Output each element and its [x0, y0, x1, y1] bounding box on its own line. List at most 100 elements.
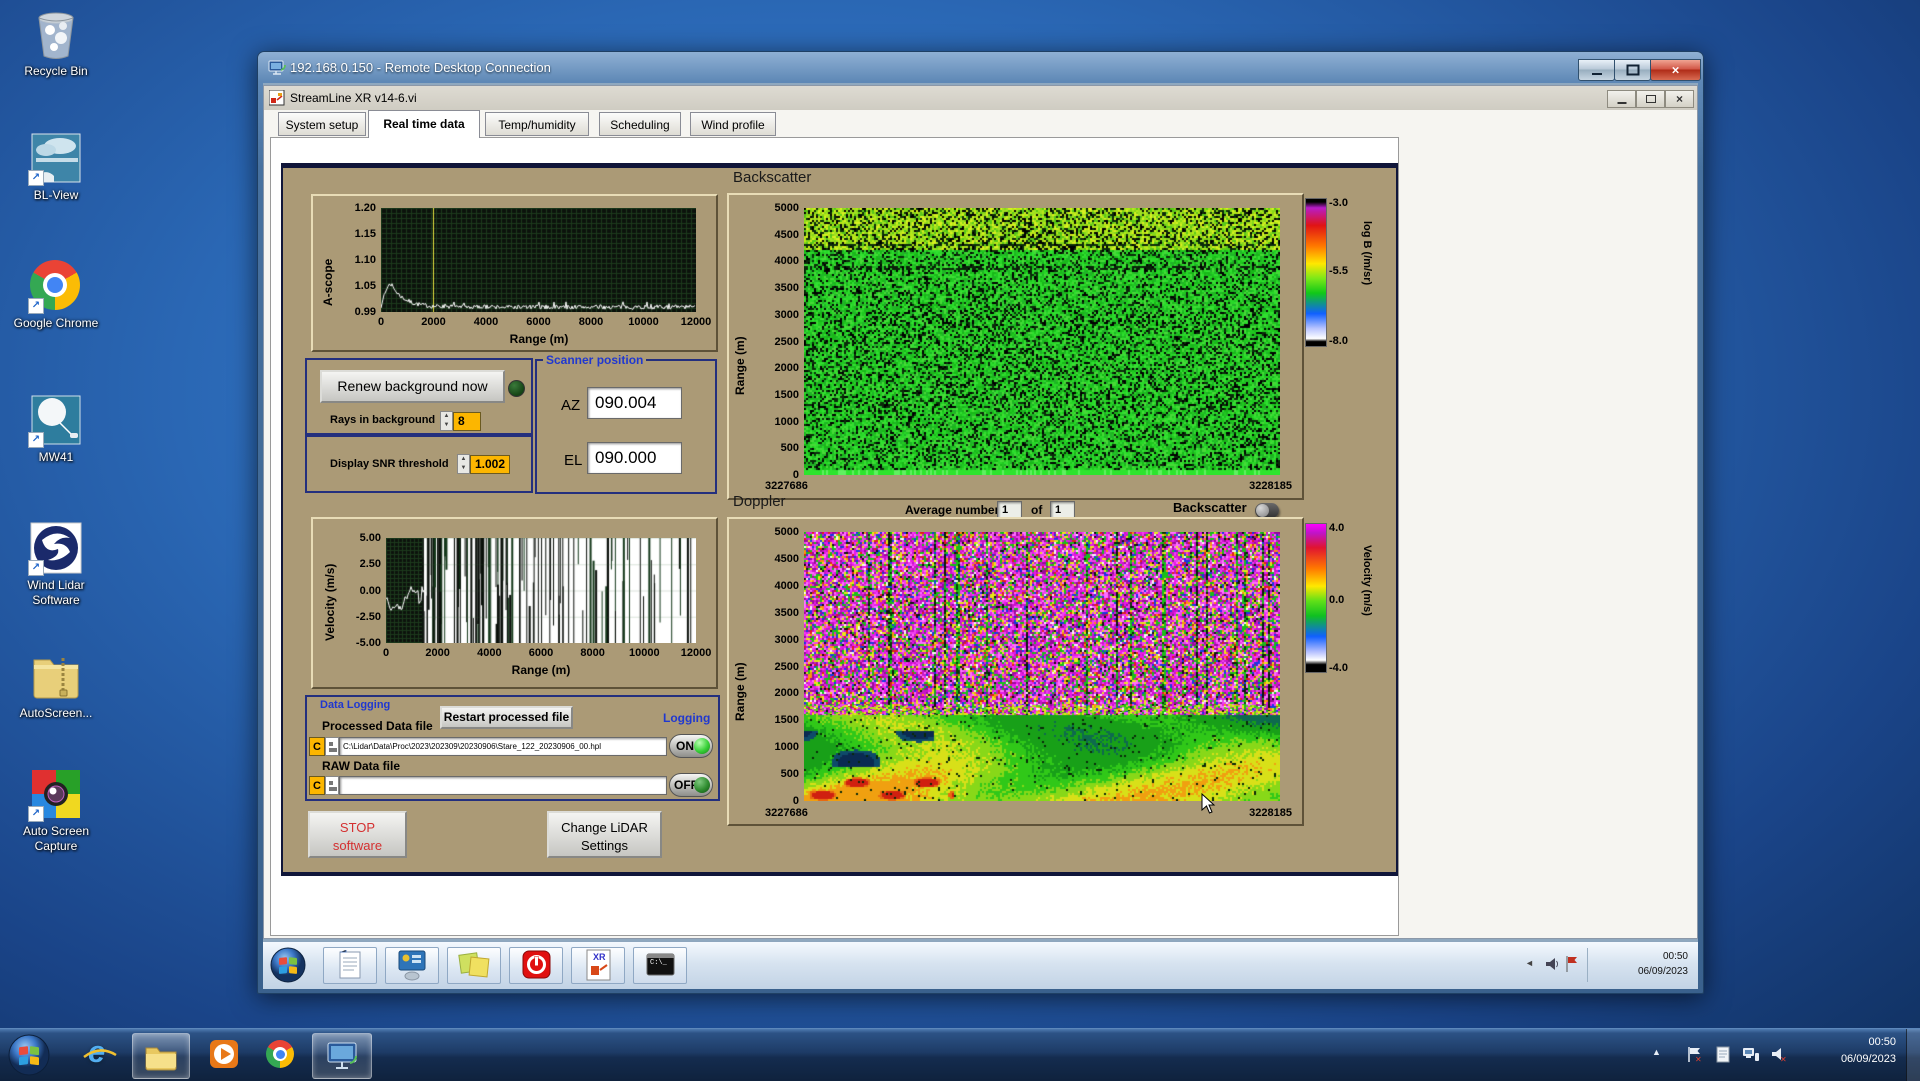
tick-label: 6000	[528, 647, 554, 659]
snr-value[interactable]: 1.002	[470, 455, 510, 474]
tick-label: 2000	[774, 687, 799, 700]
rdp-titlebar[interactable]: 192.168.0.150 - Remote Desktop Connectio…	[258, 52, 1703, 83]
tick-label: 3500	[774, 606, 799, 619]
start-button[interactable]	[6, 1032, 52, 1078]
raw-path-field[interactable]	[339, 776, 667, 795]
colorbar-tick: 0.0	[1329, 594, 1345, 606]
tick-label: 2500	[774, 335, 799, 348]
backscatter-plot	[804, 208, 1280, 475]
shortcut-arrow-icon: ↗	[28, 806, 44, 822]
vi-minimize-button[interactable]	[1607, 90, 1636, 108]
remote-flag-icon[interactable]	[1565, 955, 1579, 973]
snr-spinner[interactable]: ▲ ▼	[457, 454, 470, 474]
backscatter-colorbar	[1305, 198, 1327, 347]
remote-taskbar: XR C:\_ ◄ 00:50 06/09/2023	[263, 941, 1698, 989]
el-value-field[interactable]: 090.000	[587, 442, 682, 474]
maximize-button[interactable]	[1614, 59, 1651, 81]
desktop: Recycle Bin ↗ BL-View ↗ Google Chrome ↗	[0, 0, 1920, 1081]
rays-value[interactable]: 8	[453, 412, 481, 431]
tick-label: 1.15	[354, 228, 376, 240]
taskbar-remote-desktop[interactable]	[312, 1033, 372, 1079]
remote-task-command-prompt[interactable]: C:\_	[633, 947, 687, 984]
shortcut-arrow-icon: ↗	[28, 298, 44, 314]
taskbar-internet-explorer[interactable]: e	[74, 1033, 126, 1077]
remote-hidden-icons-arrow[interactable]: ◄	[1525, 958, 1534, 968]
volume-muted-icon[interactable]: ✕	[1770, 1045, 1788, 1063]
raw-browse-icon[interactable]	[325, 776, 339, 795]
taskbar-google-chrome[interactable]	[256, 1033, 306, 1077]
show-desktop-button[interactable]	[1906, 1029, 1920, 1081]
svg-text:XR: XR	[593, 952, 606, 962]
rays-spinner[interactable]: ▲ ▼	[440, 411, 453, 431]
doppler-plot	[804, 532, 1280, 801]
tick-label: 2.50	[359, 558, 381, 571]
stop-line1: STOP	[339, 820, 376, 835]
remote-clock[interactable]: 00:50 06/09/2023	[1593, 949, 1688, 979]
remote-volume-icon[interactable]	[1544, 956, 1560, 972]
tab-wind-profile[interactable]: Wind profile	[690, 112, 776, 136]
tick-label: 4000	[473, 316, 499, 328]
remote-task-shutdown-tool[interactable]	[509, 947, 563, 984]
raw-logging-toggle[interactable]: OFF	[669, 773, 713, 797]
taskbar-clock[interactable]: 00:50 06/09/2023	[1798, 1034, 1896, 1068]
tick-label: 500	[780, 442, 799, 455]
desktop-icon-label: Auto Screen Capture	[22, 824, 90, 853]
raw-drive-selector[interactable]: C	[309, 776, 325, 795]
panel-border	[281, 163, 283, 876]
clipboard-tray-icon[interactable]	[1714, 1045, 1732, 1063]
processed-path-field[interactable]: C:\Lidar\Data\Proc\2023\202309\20230906\…	[339, 737, 667, 756]
close-button[interactable]: ×	[1650, 59, 1701, 81]
wind-lidar-icon: ↗	[28, 522, 82, 576]
remote-task-streamline-vi[interactable]: XR	[571, 947, 625, 984]
colorbar-tick: 4.0	[1329, 522, 1345, 534]
minimize-button[interactable]	[1578, 59, 1615, 81]
tick-label: 4500	[774, 228, 799, 241]
restart-processed-file-button[interactable]: Restart processed file	[440, 706, 573, 729]
tab-system-setup[interactable]: System setup	[278, 112, 366, 136]
remote-start-button[interactable]	[269, 946, 307, 984]
mouse-cursor	[1201, 793, 1216, 814]
tab-temp-humidity[interactable]: Temp/humidity	[485, 112, 589, 136]
desktop-icon-auto-screen-capture[interactable]: ↗ Auto Screen Capture	[8, 768, 104, 854]
desktop-icon-google-chrome[interactable]: ↗ Google Chrome	[8, 260, 104, 331]
svg-text:✕: ✕	[1780, 1055, 1787, 1063]
taskbar-windows-explorer[interactable]	[132, 1033, 190, 1079]
backscatter-display-toggle[interactable]	[1255, 503, 1279, 518]
desktop-icon-wind-lidar[interactable]: ↗ Wind Lidar Software	[8, 522, 104, 608]
tick-label: 10000	[629, 647, 660, 659]
vi-maximize-button[interactable]	[1636, 90, 1665, 108]
action-center-flag-icon[interactable]: ✕	[1686, 1045, 1704, 1063]
remote-task-sticky-notes[interactable]	[447, 947, 501, 984]
stop-software-button[interactable]: STOP software	[308, 811, 407, 858]
desktop-icon-recycle-bin[interactable]: Recycle Bin	[8, 8, 104, 79]
tab-real-time-data[interactable]: Real time data	[368, 110, 480, 138]
processed-browse-icon[interactable]	[325, 737, 339, 756]
vi-titlebar[interactable]: StreamLine XR v14-6.vi ×	[264, 86, 1697, 111]
desktop-icon-label: MW41	[38, 450, 74, 464]
tick-label: 2000	[774, 362, 799, 375]
desktop-icon-mw41[interactable]: ↗ MW41	[8, 394, 104, 465]
desktop-icon-bl-view[interactable]: ↗ BL-View	[8, 132, 104, 203]
tab-scheduling[interactable]: Scheduling	[599, 112, 681, 136]
tick-label: 1500	[774, 388, 799, 401]
vi-close-button[interactable]: ×	[1665, 90, 1694, 108]
hidden-icons-arrow[interactable]: ▲	[1652, 1047, 1661, 1057]
doppler-title: Doppler	[733, 493, 786, 510]
renew-background-button[interactable]: Renew background now	[320, 370, 505, 403]
backscatter-title: Backscatter	[733, 169, 812, 186]
remote-task-display-settings[interactable]	[385, 947, 439, 984]
desktop-icon-autoscreen-zip[interactable]: AutoScreen...	[8, 650, 104, 721]
bl-view-icon: ↗	[28, 132, 82, 186]
svg-text:C:\_: C:\_	[650, 959, 668, 967]
velocity-x-axis-label: Range (m)	[511, 663, 571, 677]
network-icon[interactable]	[1742, 1045, 1760, 1063]
az-value-field[interactable]: 090.004	[587, 387, 682, 419]
processed-drive-selector[interactable]: C	[309, 737, 325, 756]
change-line1: Change LiDAR	[561, 820, 648, 835]
processed-logging-toggle[interactable]: ON	[669, 734, 713, 758]
tick-label: 5000	[774, 526, 799, 538]
change-lidar-settings-button[interactable]: Change LiDAR Settings	[547, 811, 662, 858]
remote-task-notepad[interactable]	[323, 947, 377, 984]
desktop-icon-label: Google Chrome	[13, 316, 99, 330]
taskbar-media-player[interactable]	[200, 1033, 248, 1077]
